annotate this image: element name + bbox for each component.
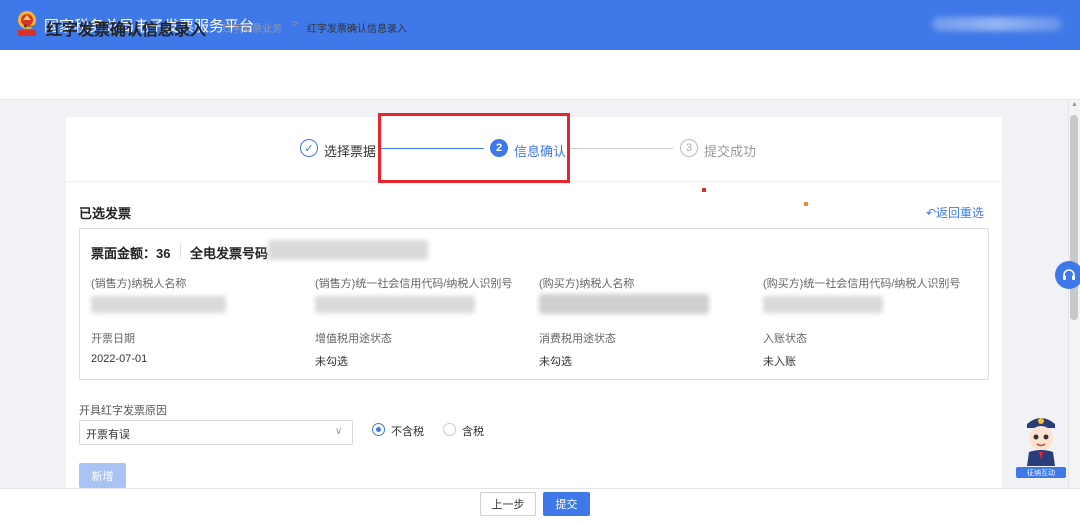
assistant-label[interactable]: 征纳互动 [1016,467,1066,478]
seller-tax-id-redacted [315,296,475,313]
return-reselect-link[interactable]: ↶返回重选 [926,204,984,221]
add-button[interactable]: 新增 [79,463,126,488]
section-title: 已选发票 [79,206,132,221]
buyer-tax-id-label: (购买方)统一社会信用代码/纳税人识别号 [763,278,961,290]
reason-label: 开具红字发票原因 [79,405,167,417]
buyer-tax-id-redacted [763,296,883,313]
previous-step-button[interactable]: 上一步 [480,492,536,516]
vat-purpose-label: 增值税用途状态 [315,333,392,345]
consumption-tax-label: 消费税用途状态 [539,333,616,345]
step-1-label: 选择票据 [324,144,377,159]
buyer-name-label: (购买方)纳税人名称 [539,278,635,290]
booking-status-value: 未入账 [763,356,796,368]
vat-purpose-value: 未勾选 [315,356,348,368]
reason-select-value: 开票有误 [86,429,130,441]
invoice-number-redacted [268,240,428,260]
booking-status-label: 入账状态 [763,333,807,345]
back-arrow-icon[interactable]: ← [20,13,38,33]
invoice-date-value: 2022-07-01 [91,353,148,365]
headset-support-icon[interactable] [1055,261,1080,289]
chevron-down-icon: ∨ [335,426,343,437]
invoice-date-label: 开票日期 [91,333,135,345]
step-3-label: 提交成功 [704,144,757,159]
annotation-dot-red [702,188,706,192]
step-connector-2 [570,148,673,149]
user-info-redacted[interactable] [932,17,1062,31]
breadcrumb-separator: > [292,19,298,30]
breadcrumb-item-red-invoice[interactable]: 红字发票业务 [222,20,282,35]
consumption-tax-value: 未勾选 [539,356,572,368]
footer-bar [0,488,1080,524]
scrollbar-thumb[interactable] [1070,115,1078,320]
scroll-up-arrow-icon[interactable]: ▲ [1071,101,1078,108]
page-header [0,50,1080,100]
assistant-mascot-icon[interactable] [1017,410,1065,466]
divider [180,243,181,257]
annotation-dot-orange [804,202,808,206]
step-1-check-icon: ✓ [300,139,318,157]
page-title: 红字发票确认信息录入 [46,22,207,39]
invoice-amount: 票面金额：36 [91,246,171,261]
invoice-number-label: 全电发票号码 [190,246,269,261]
buyer-name-redacted [539,294,709,314]
step-3-number: 3 [680,139,698,157]
radio-tax-included[interactable] [443,423,456,436]
radio-tax-excluded-label[interactable]: 不含税 [391,423,424,439]
submit-button[interactable]: 提交 [543,492,590,516]
headset-icon [1063,269,1075,280]
radio-tax-excluded[interactable] [372,423,385,436]
breadcrumb-item-current: 红字发票确认信息录入 [307,24,407,35]
seller-name-redacted [91,296,226,313]
annotation-highlight-box [378,113,570,183]
radio-tax-included-label[interactable]: 含税 [462,423,484,439]
seller-name-label: (销售方)纳税人名称 [91,278,187,290]
seller-tax-id-label: (销售方)统一社会信用代码/纳税人识别号 [315,278,513,290]
